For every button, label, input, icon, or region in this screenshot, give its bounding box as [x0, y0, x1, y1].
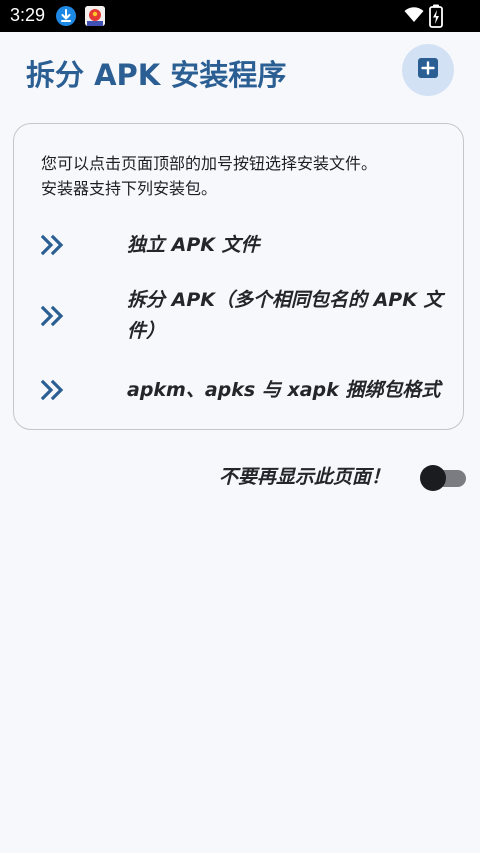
info-description-line: 安装器支持下列安装包。 — [41, 179, 218, 198]
format-label: 拆分 APK（多个相同包名的 APK 文件） — [127, 289, 443, 342]
format-item-standalone-apk: 独立 APK 文件 — [40, 230, 451, 261]
format-label: 独立 APK 文件 — [127, 234, 260, 256]
dont-show-again-toggle[interactable] — [420, 465, 466, 491]
battery-charging-icon — [429, 4, 443, 32]
app-notification-icon — [85, 6, 105, 26]
download-notification-icon — [56, 6, 76, 26]
format-item-split-apk: 拆分 APK（多个相同包名的 APK 文件） — [40, 285, 451, 347]
add-box-icon — [417, 57, 439, 83]
status-bar: 3:29 — [0, 0, 480, 32]
info-description: 您可以点击页面顶部的加号按钮选择安装文件。 安装器支持下列安装包。 — [41, 151, 451, 201]
double-chevron-right-icon — [40, 305, 65, 331]
dont-show-again-label: 不要再显示此页面！ — [218, 466, 390, 488]
toggle-thumb — [420, 465, 446, 491]
page-title: 拆分 APK 安装程序 — [26, 58, 287, 92]
format-item-bundle: apkm、apks 与 xapk 捆绑包格式 — [40, 375, 451, 406]
format-label: apkm、apks 与 xapk 捆绑包格式 — [127, 379, 441, 401]
status-time: 3:29 — [10, 5, 46, 25]
add-file-button[interactable] — [402, 44, 454, 96]
info-card: 您可以点击页面顶部的加号按钮选择安装文件。 安装器支持下列安装包。 独立 APK… — [13, 123, 464, 430]
wifi-icon — [404, 7, 424, 27]
double-chevron-right-icon — [40, 379, 65, 405]
info-description-line: 您可以点击页面顶部的加号按钮选择安装文件。 — [41, 154, 378, 173]
double-chevron-right-icon — [40, 234, 65, 260]
